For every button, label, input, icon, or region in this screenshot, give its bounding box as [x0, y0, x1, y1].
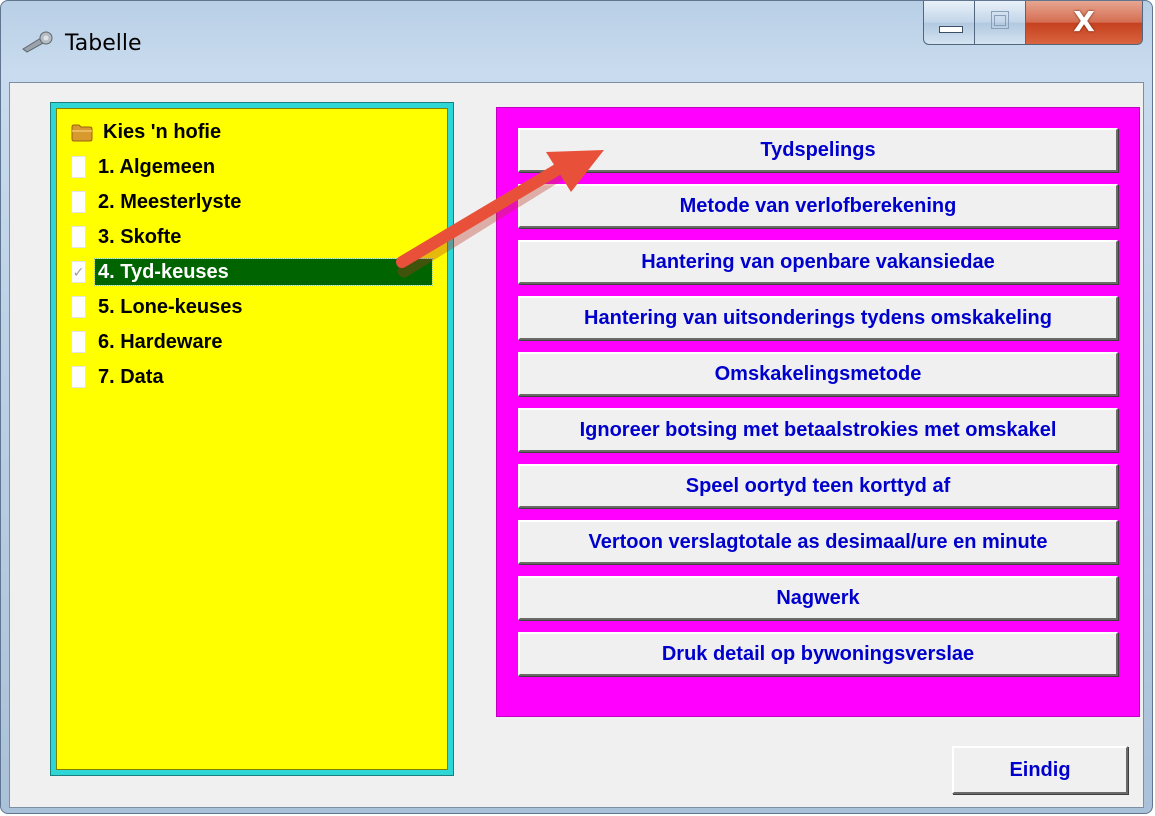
- close-button[interactable]: X: [1025, 1, 1143, 45]
- maximize-icon: [991, 11, 1009, 29]
- tree-item-meesterlyste[interactable]: 2. Meesterlyste: [71, 187, 244, 217]
- document-icon: [71, 366, 86, 388]
- nagwerk-button[interactable]: Nagwerk: [518, 576, 1118, 620]
- minimize-button[interactable]: [923, 1, 975, 45]
- title-bar[interactable]: Tabelle X: [1, 1, 1152, 81]
- tree-item-label: 5. Lone-keuses: [98, 296, 243, 318]
- wrench-key-icon: [22, 31, 53, 53]
- close-icon: X: [1073, 5, 1095, 38]
- openbare-vakansiedae-button[interactable]: Hantering van openbare vakansiedae: [518, 240, 1118, 284]
- tydspelings-button[interactable]: Tydspelings: [518, 128, 1118, 172]
- omskakelingsmetode-button[interactable]: Omskakelingsmetode: [518, 352, 1118, 396]
- client-area: Kies 'n hofie 1. Algemeen 2. Meesterlyst…: [9, 82, 1144, 808]
- tree-item-label: 1. Algemeen: [98, 156, 216, 178]
- tree-root-label: Kies 'n hofie: [103, 121, 222, 143]
- maximize-button[interactable]: [974, 1, 1026, 45]
- document-icon: [71, 296, 86, 318]
- tree-item-data[interactable]: 7. Data: [71, 362, 167, 392]
- tree-item-label: 2. Meesterlyste: [98, 191, 242, 213]
- app-window: Tabelle X Kies 'n hofie 1. Algemeen 2. M…: [0, 0, 1153, 814]
- document-icon: [71, 331, 86, 353]
- tree-item-label: 3. Skofte: [98, 226, 182, 248]
- minimize-icon: [939, 26, 963, 33]
- tree-panel: Kies 'n hofie 1. Algemeen 2. Meesterlyst…: [50, 102, 454, 776]
- druk-detail-button[interactable]: Druk detail op bywoningsverslae: [518, 632, 1118, 676]
- tree-item-skofte[interactable]: 3. Skofte: [71, 222, 184, 252]
- checked-document-icon: ✓: [71, 261, 86, 283]
- tree-item-hardeware[interactable]: 6. Hardeware: [71, 327, 226, 357]
- eindig-button[interactable]: Eindig: [952, 746, 1128, 794]
- tree-root[interactable]: Kies 'n hofie: [71, 117, 224, 147]
- document-icon: [71, 156, 86, 178]
- oortyd-korttyd-button[interactable]: Speel oortyd teen korttyd af: [518, 464, 1118, 508]
- window-controls: X: [923, 1, 1145, 45]
- window-title: Tabelle: [65, 31, 142, 56]
- tree-item-tyd-keuses[interactable]: ✓ 4. Tyd-keuses: [71, 257, 433, 287]
- folder-icon: [71, 124, 93, 141]
- tree-item-label: 7. Data: [98, 366, 164, 388]
- tree-item-label: 6. Hardeware: [98, 331, 223, 353]
- document-icon: [71, 226, 86, 248]
- tree-view[interactable]: Kies 'n hofie 1. Algemeen 2. Meesterlyst…: [56, 108, 448, 770]
- options-panel: Tydspelings Metode van verlofberekening …: [496, 107, 1140, 717]
- ignoreer-botsing-button[interactable]: Ignoreer botsing met betaalstrokies met …: [518, 408, 1118, 452]
- tree-item-lone-keuses[interactable]: 5. Lone-keuses: [71, 292, 246, 322]
- tree-item-label: 4. Tyd-keuses: [94, 258, 433, 286]
- document-icon: [71, 191, 86, 213]
- tree-item-algemeen[interactable]: 1. Algemeen: [71, 152, 218, 182]
- uitsonderings-button[interactable]: Hantering van uitsonderings tydens omska…: [518, 296, 1118, 340]
- verslagtotale-button[interactable]: Vertoon verslagtotale as desimaal/ure en…: [518, 520, 1118, 564]
- verlofberekening-button[interactable]: Metode van verlofberekening: [518, 184, 1118, 228]
